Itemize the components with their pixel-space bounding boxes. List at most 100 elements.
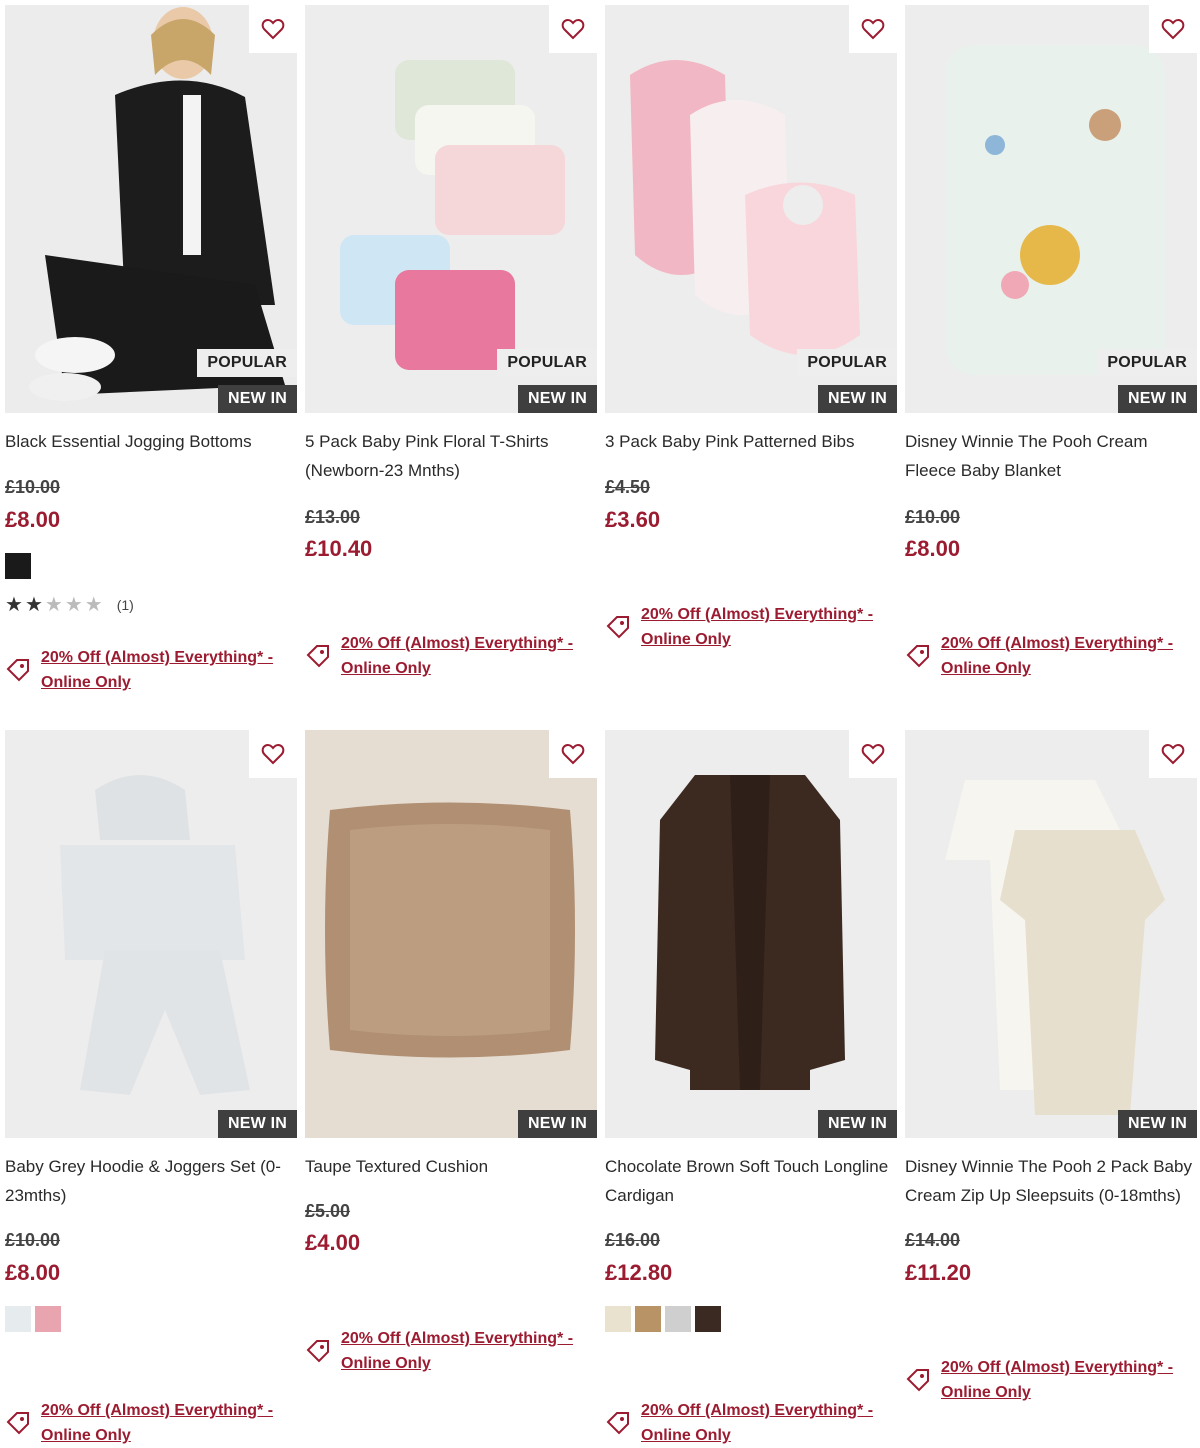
heart-icon: [561, 744, 585, 765]
product-card-jogging-bottoms[interactable]: POPULAR NEW IN Black Essential Jogging B…: [5, 5, 297, 695]
promo-link[interactable]: 20% Off (Almost) Everything* - Online On…: [905, 631, 1181, 681]
product-card-textured-cushion[interactable]: NEW IN Taupe Textured Cushion £5.00 £4.0…: [305, 730, 597, 1448]
promo-text[interactable]: 20% Off (Almost) Everything* - Online On…: [941, 631, 1181, 681]
color-swatch[interactable]: [35, 1306, 61, 1332]
product-photo: [305, 730, 597, 1138]
new-in-badge: NEW IN: [818, 1110, 897, 1138]
star-icon: ★: [5, 594, 23, 616]
now-price: £4.00: [305, 1230, 361, 1255]
product-image[interactable]: NEW IN: [905, 730, 1197, 1138]
promo-link[interactable]: 20% Off (Almost) Everything* - Online On…: [305, 1326, 581, 1376]
promo-text[interactable]: 20% Off (Almost) Everything* - Online On…: [941, 1355, 1181, 1405]
product-title[interactable]: Disney Winnie The Pooh 2 Pack Baby Cream…: [905, 1152, 1197, 1210]
now-price: £3.60: [605, 507, 661, 532]
promo-link[interactable]: 20% Off (Almost) Everything* - Online On…: [5, 1398, 281, 1448]
product-image[interactable]: NEW IN: [305, 730, 597, 1138]
price-tag-icon: [606, 1412, 629, 1435]
popular-badge: POPULAR: [497, 349, 597, 377]
new-in-badge: NEW IN: [518, 385, 597, 413]
popular-badge: POPULAR: [197, 349, 297, 377]
color-swatch[interactable]: [635, 1306, 661, 1332]
product-photo: [5, 730, 297, 1138]
star-icon: ★: [24, 594, 43, 616]
promo-link[interactable]: 20% Off (Almost) Everything* - Online On…: [5, 645, 281, 695]
popular-badge: POPULAR: [1097, 349, 1197, 377]
wishlist-button[interactable]: [1149, 5, 1197, 53]
color-swatch[interactable]: [695, 1306, 721, 1332]
wishlist-button[interactable]: [849, 730, 897, 778]
product-title[interactable]: Chocolate Brown Soft Touch Longline Card…: [605, 1152, 897, 1210]
color-swatch[interactable]: [5, 1306, 31, 1332]
wishlist-button[interactable]: [249, 730, 297, 778]
popular-badge: POPULAR: [797, 349, 897, 377]
was-price: £14.00: [905, 1230, 961, 1250]
heart-icon: [861, 744, 885, 765]
star-icon: ★: [44, 594, 63, 616]
was-price: £10.00: [5, 477, 61, 497]
now-price: £12.80: [605, 1260, 673, 1285]
promo-text[interactable]: 20% Off (Almost) Everything* - Online On…: [641, 1398, 881, 1448]
star-rating: ★ ★ ★ ★ ★ (1): [5, 595, 134, 615]
product-image[interactable]: POPULAR NEW IN: [605, 5, 897, 413]
heart-icon: [261, 744, 285, 765]
star-icon: ★: [84, 594, 103, 616]
promo-link[interactable]: 20% Off (Almost) Everything* - Online On…: [305, 631, 581, 681]
price-tag-icon: [906, 1369, 929, 1392]
color-swatch[interactable]: [665, 1306, 691, 1332]
product-image[interactable]: POPULAR NEW IN: [5, 5, 297, 413]
price-tag-icon: [6, 1412, 29, 1435]
was-price: £10.00: [905, 507, 961, 527]
now-price: £8.00: [905, 536, 961, 561]
color-swatch[interactable]: [605, 1306, 631, 1332]
product-image[interactable]: NEW IN: [605, 730, 897, 1138]
heart-icon: [561, 19, 585, 40]
promo-text[interactable]: 20% Off (Almost) Everything* - Online On…: [341, 1326, 581, 1376]
new-in-badge: NEW IN: [818, 385, 897, 413]
product-photo: [605, 730, 897, 1138]
product-title[interactable]: Disney Winnie The Pooh Cream Fleece Baby…: [905, 427, 1197, 485]
product-card-patterned-bibs[interactable]: POPULAR NEW IN 3 Pack Baby Pink Patterne…: [605, 5, 897, 695]
promo-link[interactable]: 20% Off (Almost) Everything* - Online On…: [605, 602, 881, 652]
product-card-brown-cardigan[interactable]: NEW IN Chocolate Brown Soft Touch Longli…: [605, 730, 897, 1448]
star-icon: ★: [64, 594, 83, 616]
promo-link[interactable]: 20% Off (Almost) Everything* - Online On…: [605, 1398, 881, 1448]
wishlist-button[interactable]: [1149, 730, 1197, 778]
price-tag-icon: [306, 645, 329, 668]
wishlist-button[interactable]: [849, 5, 897, 53]
promo-link[interactable]: 20% Off (Almost) Everything* - Online On…: [905, 1355, 1181, 1405]
product-title[interactable]: Black Essential Jogging Bottoms: [5, 427, 297, 456]
product-image[interactable]: POPULAR NEW IN: [905, 5, 1197, 413]
product-title[interactable]: 5 Pack Baby Pink Floral T-Shirts (Newbor…: [305, 427, 597, 485]
color-swatch[interactable]: [5, 553, 31, 579]
new-in-badge: NEW IN: [218, 385, 297, 413]
was-price: £16.00: [605, 1230, 661, 1250]
wishlist-button[interactable]: [249, 5, 297, 53]
product-card-pooh-sleepsuits[interactable]: NEW IN Disney Winnie The Pooh 2 Pack Bab…: [905, 730, 1197, 1448]
product-title[interactable]: Baby Grey Hoodie & Joggers Set (0-23mths…: [5, 1152, 297, 1210]
product-card-hoodie-set[interactable]: NEW IN Baby Grey Hoodie & Joggers Set (0…: [5, 730, 297, 1448]
was-price: £5.00: [305, 1201, 351, 1221]
was-price: £4.50: [605, 477, 651, 497]
now-price: £8.00: [5, 1260, 61, 1285]
wishlist-button[interactable]: [549, 730, 597, 778]
rating-count[interactable]: (1): [117, 597, 134, 613]
promo-text[interactable]: 20% Off (Almost) Everything* - Online On…: [41, 645, 281, 695]
new-in-badge: NEW IN: [518, 1110, 597, 1138]
new-in-badge: NEW IN: [1118, 1110, 1197, 1138]
product-image[interactable]: NEW IN: [5, 730, 297, 1138]
color-swatches: [5, 1306, 61, 1332]
price-tag-icon: [606, 616, 629, 639]
product-image[interactable]: POPULAR NEW IN: [305, 5, 597, 413]
wishlist-button[interactable]: [549, 5, 597, 53]
product-card-pooh-blanket[interactable]: POPULAR NEW IN Disney Winnie The Pooh Cr…: [905, 5, 1197, 695]
heart-icon: [861, 19, 885, 40]
price-tag-icon: [306, 1340, 329, 1363]
promo-text[interactable]: 20% Off (Almost) Everything* - Online On…: [41, 1398, 281, 1448]
product-title[interactable]: Taupe Textured Cushion: [305, 1152, 597, 1181]
product-title[interactable]: 3 Pack Baby Pink Patterned Bibs: [605, 427, 897, 456]
now-price: £11.20: [905, 1260, 972, 1285]
promo-text[interactable]: 20% Off (Almost) Everything* - Online On…: [641, 602, 881, 652]
now-price: £8.00: [5, 507, 61, 532]
promo-text[interactable]: 20% Off (Almost) Everything* - Online On…: [341, 631, 581, 681]
product-card-floral-tshirts[interactable]: POPULAR NEW IN 5 Pack Baby Pink Floral T…: [305, 5, 597, 695]
